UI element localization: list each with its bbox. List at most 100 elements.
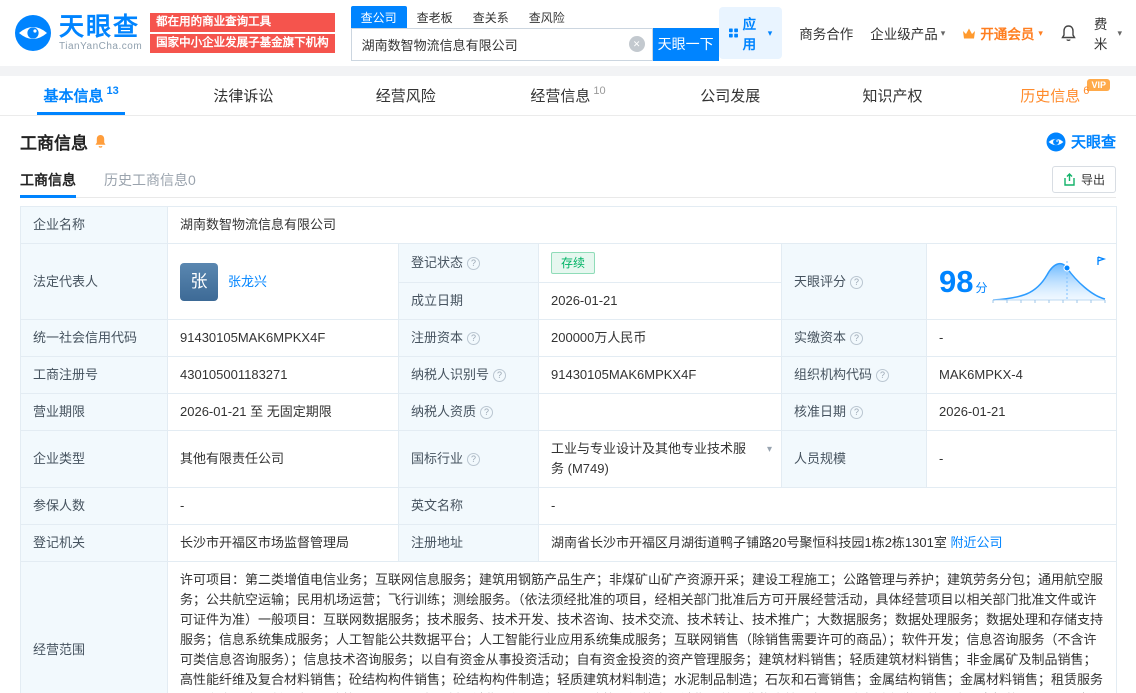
brand-name: 天眼查	[59, 13, 141, 42]
insured-count-value: -	[167, 487, 399, 525]
brand-domain: TianYanCha.com	[59, 40, 143, 52]
clear-search-icon[interactable]: ✕	[628, 35, 645, 52]
user-menu[interactable]: 费米 ▾	[1094, 13, 1122, 53]
established-date-value: 2026-01-21	[538, 282, 782, 320]
help-icon[interactable]: ?	[850, 406, 864, 419]
tab-business-info[interactable]: 经营信息 10	[487, 76, 649, 115]
registration-number-value: 430105001183271	[167, 356, 399, 394]
table-row: 法定代表人 张 张龙兴 登记状态? 存续 天眼评分? 98 分	[20, 243, 1117, 320]
export-button[interactable]: 导出	[1051, 166, 1116, 193]
registered-address-label: 注册地址	[398, 524, 539, 562]
help-icon[interactable]: ?	[493, 369, 507, 382]
enterprise-products-label: 企业级产品	[870, 27, 938, 42]
help-icon[interactable]: ?	[876, 369, 890, 382]
vip-upgrade-menu[interactable]: 开通会员 ▾	[962, 23, 1043, 43]
search-tab-boss[interactable]: 查老板	[407, 6, 463, 28]
table-row: 统一社会信用代码 91430105MAK6MPKX4F 注册资本? 200000…	[20, 319, 1117, 357]
section-header: 工商信息 天眼查	[0, 116, 1136, 162]
registered-address-value: 湖南省长沙市开福区月湖街道鸭子铺路20号聚恒科技园1栋2栋1301室 附近公司	[538, 524, 1117, 562]
tab-legal-proceedings[interactable]: 法律诉讼	[162, 76, 324, 115]
tab-label: 法律诉讼	[213, 88, 274, 105]
help-icon[interactable]: ?	[480, 406, 494, 419]
legal-rep-avatar[interactable]: 张	[180, 262, 218, 301]
tab-history-info[interactable]: VIP 历史信息 6	[974, 76, 1136, 115]
enterprise-products-menu[interactable]: 企业级产品 ▾	[870, 23, 945, 43]
company-type-label: 企业类型	[20, 430, 168, 488]
registration-number-label: 工商注册号	[20, 356, 168, 394]
tab-label: 历史信息	[1020, 88, 1081, 105]
tab-count: 6	[1083, 84, 1090, 97]
vip-upgrade-label: 开通会员	[980, 27, 1035, 42]
taxpayer-quality-label: 纳税人资质?	[398, 393, 539, 431]
score-trend-chart	[992, 255, 1107, 303]
taxpayer-quality-value	[538, 393, 782, 431]
table-row: 参保人数 - 英文名称 -	[20, 487, 1117, 525]
help-icon[interactable]: ?	[467, 453, 481, 466]
tianyancha-watermark-icon	[1046, 132, 1066, 151]
nearby-companies-link[interactable]: 附近公司	[950, 535, 1002, 550]
company-section-tabs: 基本信息 13 法律诉讼 经营风险 经营信息 10 公司发展 知识产权 VIP …	[0, 76, 1136, 116]
search-bar: ✕ 天眼一下	[350, 27, 719, 61]
table-row: 企业名称 湖南数智物流信息有限公司	[20, 206, 1117, 244]
legal-rep-name-link[interactable]: 张龙兴	[228, 272, 267, 292]
search-tab-company[interactable]: 查公司	[350, 5, 407, 28]
help-icon[interactable]: ?	[467, 257, 481, 270]
chevron-down-icon[interactable]: ▾	[767, 440, 772, 460]
org-code-label: 组织机构代码?	[781, 356, 927, 394]
search-input[interactable]	[350, 27, 653, 61]
legal-rep-label: 法定代表人	[20, 243, 168, 320]
help-icon[interactable]: ?	[850, 275, 864, 289]
taxpayer-id-label: 纳税人识别号?	[398, 356, 539, 394]
sub-tab-current-registration[interactable]: 工商信息	[20, 162, 76, 198]
username: 费米	[1093, 17, 1108, 52]
slogan-line-1: 都在用的商业查询工具	[150, 13, 335, 32]
tab-intellectual-property[interactable]: 知识产权	[811, 76, 973, 115]
section-title-row: 工商信息	[20, 129, 107, 154]
tab-label: 知识产权	[862, 88, 923, 105]
tab-operational-risk[interactable]: 经营风险	[325, 76, 487, 115]
logo-text: 天眼查 TianYanCha.com	[59, 13, 143, 52]
tianyancha-watermark: 天眼查	[1046, 131, 1116, 152]
main-content: 工商信息 天眼查 工商信息 历史工商信息0 导出 企业名称 湖南数智物流信息有限…	[0, 116, 1136, 693]
search-button[interactable]: 天眼一下	[652, 27, 719, 61]
business-cooperation-link[interactable]: 商务合作	[799, 23, 853, 43]
approval-date-value: 2026-01-21	[926, 393, 1117, 431]
topbar-right-menu: 应用 ▾ 商务合作 企业级产品 ▾ 开通会员 ▾ 费米 ▾	[718, 7, 1122, 59]
score-label: 天眼评分?	[781, 243, 927, 320]
registration-authority-label: 登记机关	[20, 524, 168, 562]
table-row: 工商注册号 430105001183271 纳税人识别号? 91430105MA…	[20, 356, 1117, 394]
staff-size-value: -	[926, 430, 1117, 488]
chevron-down-icon: ▾	[1117, 27, 1122, 38]
apps-menu[interactable]: 应用 ▾	[718, 7, 783, 59]
paid-capital-value: -	[926, 319, 1117, 357]
tab-company-development[interactable]: 公司发展	[649, 76, 811, 115]
registration-status-value: 存续	[538, 243, 782, 283]
company-name-label: 企业名称	[20, 206, 168, 244]
search-tab-relation[interactable]: 查关系	[463, 6, 519, 28]
industry-value: 工业与专业设计及其他专业技术服务 (M749) ▾	[538, 430, 782, 488]
english-name-value: -	[538, 487, 1117, 525]
registration-status-label: 登记状态?	[398, 243, 539, 283]
search-tab-risk[interactable]: 查风险	[519, 6, 575, 28]
crown-icon	[963, 28, 976, 38]
monitor-bell-icon[interactable]	[94, 134, 107, 149]
help-icon[interactable]: ?	[850, 332, 864, 345]
credit-code-label: 统一社会信用代码	[20, 319, 168, 357]
export-label: 导出	[1080, 173, 1105, 187]
table-row: 登记机关 长沙市开福区市场监督管理局 注册地址 湖南省长沙市开福区月湖街道鸭子铺…	[20, 524, 1117, 562]
sub-tab-history-registration[interactable]: 历史工商信息0	[104, 162, 196, 197]
tianyancha-eye-logo-icon	[15, 15, 51, 51]
tianyancha-logo[interactable]: 天眼查 TianYanCha.com	[14, 14, 142, 52]
registered-capital-label: 注册资本?	[398, 319, 539, 357]
slogan-line-2: 国家中小企业发展子基金旗下机构	[150, 34, 335, 53]
tab-basic-info[interactable]: 基本信息 13	[0, 76, 162, 115]
tab-label: 基本信息	[43, 88, 104, 105]
business-term-value: 2026-01-21 至 无固定期限	[167, 393, 399, 431]
english-name-label: 英文名称	[398, 487, 539, 525]
sub-tabs-row: 工商信息 历史工商信息0 导出	[20, 162, 1116, 198]
table-row: 营业期限 2026-01-21 至 无固定期限 纳税人资质? 核准日期? 202…	[20, 393, 1117, 431]
approval-date-label: 核准日期?	[781, 393, 927, 431]
notification-bell-icon[interactable]	[1060, 24, 1077, 42]
help-icon[interactable]: ?	[467, 332, 481, 345]
company-type-value: 其他有限责任公司	[167, 430, 399, 488]
